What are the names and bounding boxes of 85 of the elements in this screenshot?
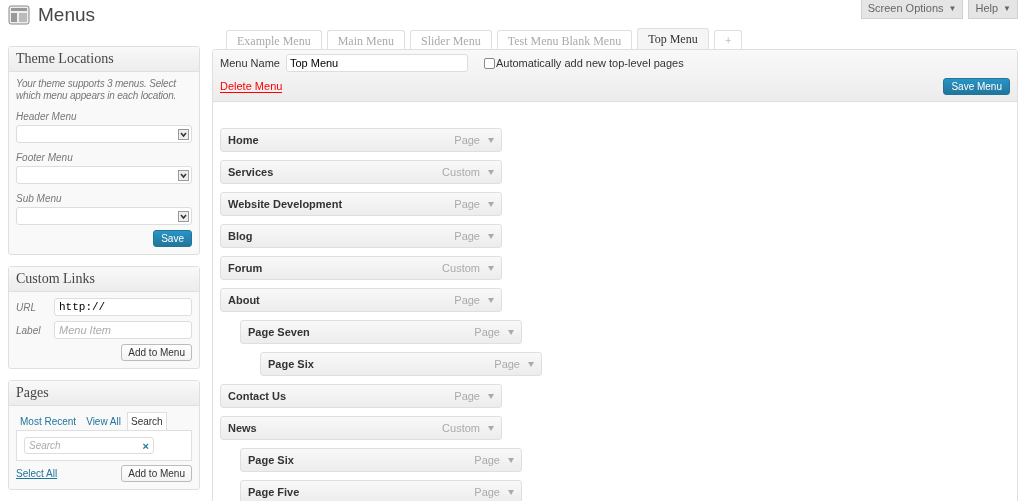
menu-item-bar[interactable]: Blog Page (220, 224, 502, 248)
location-select[interactable] (16, 166, 192, 184)
caret-icon[interactable] (488, 425, 494, 431)
checkbox[interactable] (483, 57, 495, 69)
caret-icon[interactable] (508, 457, 514, 463)
add-to-menu-button[interactable]: Add to Menu (121, 465, 192, 482)
page-title: Menus (38, 4, 96, 26)
label-field[interactable]: Menu Item (54, 321, 192, 339)
menu-item-type: Page (494, 358, 520, 370)
menu-item-title: Page Six (248, 454, 295, 466)
menu-item-title: Page Seven (248, 326, 311, 338)
field-label: Menu Name (220, 57, 280, 69)
clear-icon[interactable]: × (142, 439, 149, 452)
description-text: Your theme supports 3 menus. Select which menu appears in each location. (16, 78, 178, 102)
caret-icon[interactable] (528, 361, 534, 367)
menu-item-type: Page (454, 390, 480, 402)
checkbox-label: Automatically add new top-level pages (495, 57, 684, 69)
menus-icon (8, 5, 30, 25)
menu-item-bar[interactable]: Forum Custom (220, 256, 502, 280)
caret-icon[interactable] (488, 265, 494, 271)
caret-icon[interactable] (508, 489, 514, 495)
menu-item-type: Page (474, 326, 500, 338)
menu-item-title: News (228, 422, 258, 434)
location-select[interactable] (16, 125, 192, 143)
menu-item-title: Forum (228, 262, 264, 274)
pages-tab[interactable]: Most Recent (16, 412, 81, 430)
caret-icon[interactable] (488, 137, 494, 143)
menu-item-title: About (228, 294, 261, 306)
menu-item-type: Page (474, 486, 500, 498)
field-label: Sub Menu (16, 193, 63, 204)
pages-tab[interactable]: Search (127, 412, 167, 430)
caret-icon[interactable] (488, 233, 494, 239)
menu-item-bar[interactable]: Page Seven Page (240, 320, 522, 344)
menu-item-title: Contact Us (228, 390, 288, 402)
header-tab-button[interactable]: Screen Options ▼ (860, 0, 964, 19)
caret-icon[interactable] (488, 297, 494, 303)
menu-item-type: Page (454, 294, 480, 306)
menu-item-type: Custom (442, 166, 480, 178)
select-all-link[interactable]: Select All (16, 468, 58, 479)
menu-item-type: Custom (442, 262, 480, 274)
menu-item-type: Page (454, 198, 480, 210)
dropdown-arrow-icon (178, 169, 189, 181)
menu-item-title: Home (228, 134, 260, 146)
menu-item-bar[interactable]: Page Six Page (240, 448, 522, 472)
menu-item-type: Page (454, 134, 480, 146)
menu-item-type: Page (454, 230, 480, 242)
field-label: URL (16, 301, 37, 313)
panel-title: Theme Locations (9, 47, 199, 72)
caret-icon[interactable] (488, 169, 494, 175)
caret-icon[interactable] (488, 201, 494, 207)
panel-title: Custom Links (9, 267, 199, 292)
menu-item-bar[interactable]: Home Page (220, 128, 502, 152)
delete-menu-link[interactable]: Delete Menu (220, 80, 283, 93)
pages-tab[interactable]: View All (82, 412, 125, 430)
menu-item-type: Page (474, 454, 500, 466)
dropdown-arrow-icon (178, 210, 189, 222)
menu-item-bar[interactable]: Website Development Page (220, 192, 502, 216)
header-tab-button[interactable]: Help ▼ (968, 0, 1018, 19)
caret-icon[interactable] (488, 393, 494, 399)
menu-item-title: Website Development (228, 198, 344, 210)
field-label: Label (16, 324, 42, 336)
dropdown-arrow-icon (178, 128, 189, 140)
menu-item-title: Page Six (268, 358, 315, 370)
menu-item-title: Page Five (248, 486, 301, 498)
menu-item-bar[interactable]: Page Six Page (260, 352, 542, 376)
search-field[interactable]: Search × (24, 437, 154, 454)
menu-item-bar[interactable]: Contact Us Page (220, 384, 502, 408)
save-menu-button[interactable]: Save Menu (943, 78, 1010, 95)
menu-item-bar[interactable]: News Custom (220, 416, 502, 440)
url-field[interactable]: http:// (54, 298, 192, 316)
panel-title: Pages (9, 381, 199, 406)
menu-tab[interactable]: Top Menu (637, 28, 709, 49)
field-label: Header Menu (16, 111, 78, 122)
menu-name-field[interactable]: Top Menu (285, 54, 468, 72)
menu-item-title: Blog (228, 230, 254, 242)
caret-icon[interactable] (508, 329, 514, 335)
field-label: Footer Menu (16, 152, 74, 163)
menu-item-bar[interactable]: About Page (220, 288, 502, 312)
save-button[interactable]: Save (153, 230, 192, 247)
add-to-menu-button[interactable]: Add to Menu (121, 344, 192, 361)
menu-item-title: Services (228, 166, 275, 178)
location-select[interactable] (16, 207, 192, 225)
menu-item-bar[interactable]: Services Custom (220, 160, 502, 184)
menu-item-type: Custom (442, 422, 480, 434)
menu-item-bar[interactable]: Page Five Page (240, 480, 522, 501)
